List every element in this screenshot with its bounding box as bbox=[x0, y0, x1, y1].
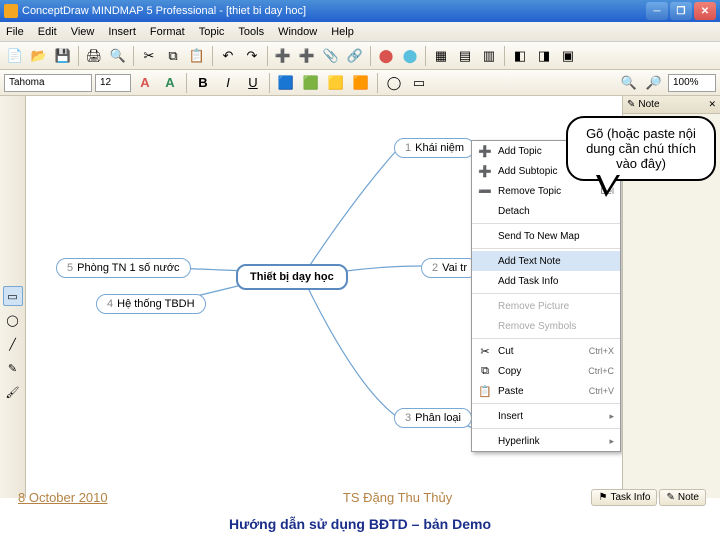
menu-insert[interactable]: Insert bbox=[108, 26, 136, 38]
tool-brush[interactable]: 🖌 bbox=[3, 382, 23, 402]
zoom-in-button[interactable]: 🔎 bbox=[643, 72, 665, 94]
undo-button[interactable]: ↶ bbox=[217, 45, 239, 67]
left-toolbox: ▭ ◯ ╱ ✎ 🖌 bbox=[0, 96, 26, 498]
node-1-label: Khái niệm bbox=[415, 142, 464, 154]
node-3[interactable]: 3Phân loại bbox=[394, 408, 472, 428]
bold-button[interactable]: B bbox=[192, 72, 214, 94]
menu-item[interactable]: Hyperlink▸ bbox=[472, 431, 620, 451]
menu-edit[interactable]: Edit bbox=[38, 26, 57, 38]
layout2-button[interactable]: ▤ bbox=[454, 45, 476, 67]
paste-button[interactable]: 📋 bbox=[186, 45, 208, 67]
note-tab-icon: ✎ bbox=[666, 492, 674, 503]
node-1[interactable]: 1Khái niệm bbox=[394, 138, 475, 158]
shape2-button[interactable]: ▭ bbox=[408, 72, 430, 94]
menu-item[interactable]: 📋PasteCtrl+V bbox=[472, 381, 620, 401]
node-5-label: Phòng TN 1 số nước bbox=[77, 262, 179, 274]
app-icon bbox=[4, 4, 18, 18]
node-2-label: Vai tr bbox=[442, 262, 467, 274]
menu-item[interactable]: ✂CutCtrl+X bbox=[472, 341, 620, 361]
shape1-button[interactable]: ◯ bbox=[383, 72, 405, 94]
panel-close-icon[interactable]: ✕ bbox=[708, 99, 716, 110]
node-3-label: Phân loại bbox=[415, 412, 461, 424]
subtitle: Hướng dẫn sử dụng BĐTD – bản Demo bbox=[0, 516, 720, 532]
menu-topic[interactable]: Topic bbox=[199, 26, 225, 38]
tool-rect[interactable]: ▭ bbox=[3, 286, 23, 306]
menu-item[interactable]: ⧉CopyCtrl+C bbox=[472, 361, 620, 381]
menu-format[interactable]: Format bbox=[150, 26, 185, 38]
menu-item: Remove Symbols bbox=[472, 316, 620, 336]
menu-view[interactable]: View bbox=[71, 26, 95, 38]
preview-button[interactable]: 🔍 bbox=[107, 45, 129, 67]
titlebar: ConceptDraw MINDMAP 5 Professional - [th… bbox=[0, 0, 720, 22]
font-color2-button[interactable]: A bbox=[159, 72, 181, 94]
print-button[interactable]: 🖨 bbox=[83, 45, 105, 67]
color4-button[interactable]: 🟧 bbox=[350, 72, 372, 94]
open-button[interactable]: 📂 bbox=[28, 45, 50, 67]
font-combo[interactable]: Tahoma bbox=[4, 74, 92, 92]
menu-item[interactable]: Add Task Info bbox=[472, 271, 620, 291]
menu-item[interactable]: Detach bbox=[472, 201, 620, 221]
tab-note[interactable]: ✎Note bbox=[659, 489, 706, 506]
cut-button[interactable]: ✂ bbox=[138, 45, 160, 67]
copy-button[interactable]: ⧉ bbox=[162, 45, 184, 67]
tab-taskinfo[interactable]: ⚑Task Info bbox=[591, 489, 657, 506]
add-subtopic-button[interactable]: ➕ bbox=[296, 45, 318, 67]
menubar: File Edit View Insert Format Topic Tools… bbox=[0, 22, 720, 42]
add-topic-button[interactable]: ➕ bbox=[272, 45, 294, 67]
size-combo[interactable]: 12 bbox=[95, 74, 131, 92]
taskinfo-icon: ⚑ bbox=[598, 492, 607, 503]
format-button[interactable]: ⬤ bbox=[375, 45, 397, 67]
bottom-tabs: ⚑Task Info ✎Note bbox=[591, 489, 706, 506]
color3-button[interactable]: 🟨 bbox=[325, 72, 347, 94]
window-title: ConceptDraw MINDMAP 5 Professional - [th… bbox=[22, 5, 306, 17]
menu-window[interactable]: Window bbox=[278, 26, 317, 38]
central-label: Thiết bị dạy học bbox=[250, 271, 334, 283]
node-4-label: Hệ thống TBDH bbox=[117, 298, 194, 310]
footer-date: 8 October 2010 bbox=[18, 490, 108, 505]
zoom-combo[interactable]: 100% bbox=[668, 74, 716, 92]
symbol2-button[interactable]: 🔗 bbox=[344, 45, 366, 67]
panel-title-bar: ✎Note ✕ bbox=[623, 96, 720, 114]
node-5[interactable]: 5Phòng TN 1 số nước bbox=[56, 258, 191, 278]
format2-button[interactable]: ⬤ bbox=[399, 45, 421, 67]
view2-button[interactable]: ◨ bbox=[533, 45, 555, 67]
minimize-button[interactable]: ─ bbox=[646, 2, 668, 20]
underline-button[interactable]: U bbox=[242, 72, 264, 94]
mindmap-canvas[interactable]: Thiết bị dạy học 1Khái niệm 2Vai tr 3Phâ… bbox=[26, 96, 622, 498]
panel-title: Note bbox=[638, 99, 659, 110]
menu-item[interactable]: Send To New Map bbox=[472, 226, 620, 246]
format-toolbar: Tahoma 12 A A B I U 🟦 🟩 🟨 🟧 ◯ ▭ 🔍 🔎 100% bbox=[0, 70, 720, 96]
italic-button[interactable]: I bbox=[217, 72, 239, 94]
maximize-button[interactable]: ❐ bbox=[670, 2, 692, 20]
layout1-button[interactable]: ▦ bbox=[430, 45, 452, 67]
central-topic[interactable]: Thiết bị dạy học bbox=[236, 264, 348, 290]
tool-line[interactable]: ╱ bbox=[3, 334, 23, 354]
symbol-button[interactable]: 📎 bbox=[320, 45, 342, 67]
close-button[interactable]: ✕ bbox=[694, 2, 716, 20]
menu-item[interactable]: Add Text Note bbox=[472, 251, 620, 271]
tool-pen[interactable]: ✎ bbox=[3, 358, 23, 378]
color2-button[interactable]: 🟩 bbox=[300, 72, 322, 94]
layout3-button[interactable]: ▥ bbox=[478, 45, 500, 67]
menu-file[interactable]: File bbox=[6, 26, 24, 38]
view3-button[interactable]: ▣ bbox=[557, 45, 579, 67]
save-button[interactable]: 💾 bbox=[52, 45, 74, 67]
node-4[interactable]: 4Hệ thống TBDH bbox=[96, 294, 206, 314]
menu-item: Remove Picture bbox=[472, 296, 620, 316]
note-icon: ✎ bbox=[627, 99, 635, 110]
redo-button[interactable]: ↷ bbox=[241, 45, 263, 67]
new-button[interactable]: 📄 bbox=[4, 45, 26, 67]
menu-item[interactable]: Insert▸ bbox=[472, 406, 620, 426]
color1-button[interactable]: 🟦 bbox=[275, 72, 297, 94]
font-color-button[interactable]: A bbox=[134, 72, 156, 94]
node-2[interactable]: 2Vai tr bbox=[421, 258, 478, 278]
speech-callout: Gõ (hoặc paste nội dung cần chú thích và… bbox=[566, 116, 716, 181]
menu-help[interactable]: Help bbox=[331, 26, 354, 38]
zoom-out-button[interactable]: 🔍 bbox=[618, 72, 640, 94]
view1-button[interactable]: ◧ bbox=[509, 45, 531, 67]
menu-tools[interactable]: Tools bbox=[238, 26, 264, 38]
tool-circle[interactable]: ◯ bbox=[3, 310, 23, 330]
main-toolbar: 📄 📂 💾 🖨 🔍 ✂ ⧉ 📋 ↶ ↷ ➕ ➕ 📎 🔗 ⬤ ⬤ ▦ ▤ ▥ ◧ … bbox=[0, 42, 720, 70]
